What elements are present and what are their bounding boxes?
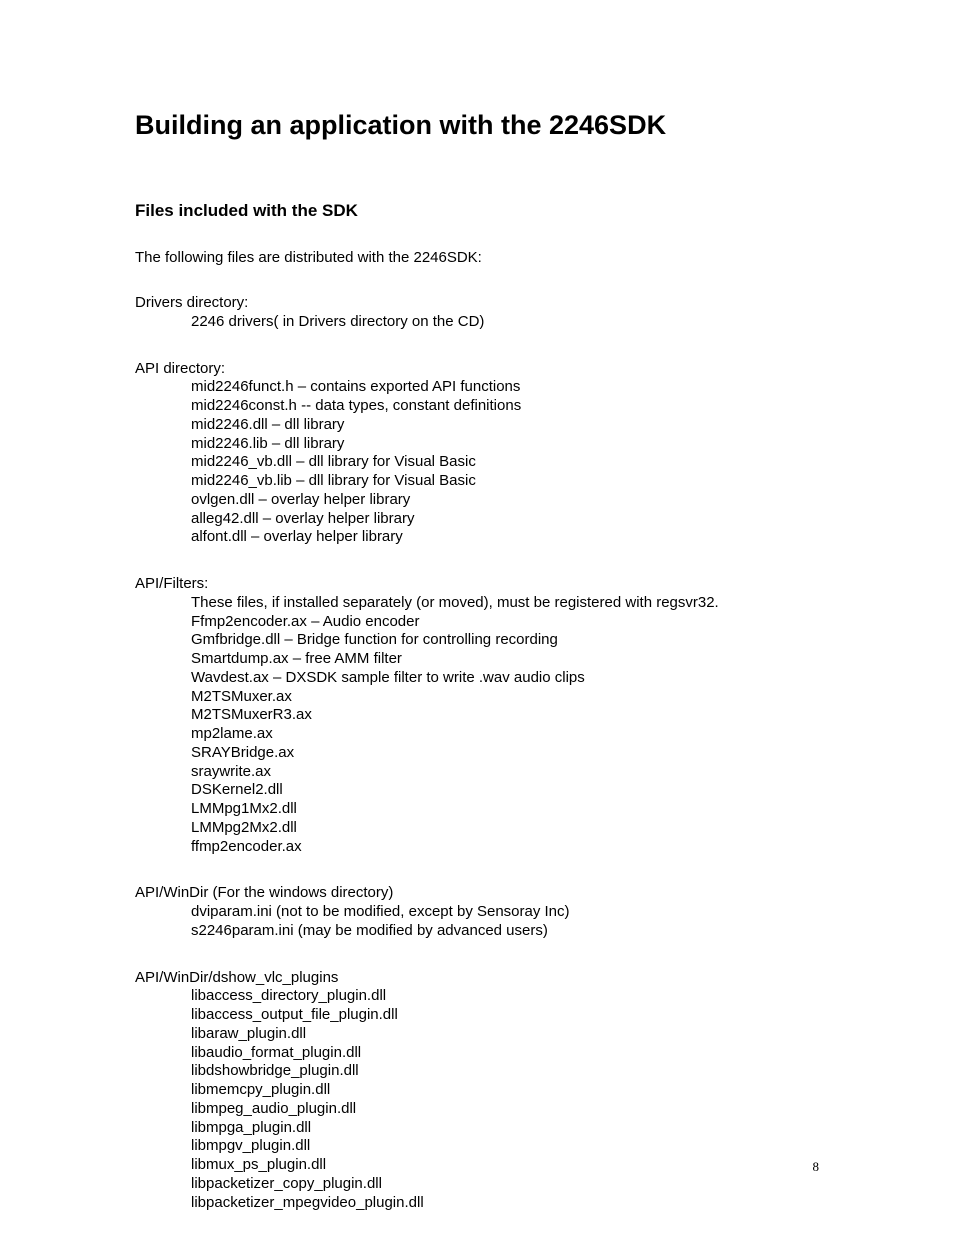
list-item: libmpeg_audio_plugin.dll — [191, 1100, 819, 1119]
list-item: ovlgen.dll – overlay helper library — [191, 491, 819, 510]
list-item: libmpga_plugin.dll — [191, 1119, 819, 1138]
list-item: libaccess_directory_plugin.dll — [191, 987, 819, 1006]
file-section: Drivers directory:2246 drivers( in Drive… — [135, 294, 819, 332]
list-item: libmemcpy_plugin.dll — [191, 1081, 819, 1100]
list-item: mid2246.dll – dll library — [191, 416, 819, 435]
list-item: LMMpg2Mx2.dll — [191, 819, 819, 838]
sections-container: Drivers directory:2246 drivers( in Drive… — [135, 294, 819, 1212]
list-item: Wavdest.ax – DXSDK sample filter to writ… — [191, 669, 819, 688]
list-item: mid2246.lib – dll library — [191, 435, 819, 454]
list-item: LMMpg1Mx2.dll — [191, 800, 819, 819]
list-item: libmpgv_plugin.dll — [191, 1137, 819, 1156]
list-item: libaccess_output_file_plugin.dll — [191, 1006, 819, 1025]
section-head: Drivers directory: — [135, 294, 819, 313]
list-item: alleg42.dll – overlay helper library — [191, 510, 819, 529]
list-item: Ffmp2encoder.ax – Audio encoder — [191, 613, 819, 632]
list-item: dviparam.ini (not to be modified, except… — [191, 903, 819, 922]
page-title: Building an application with the 2246SDK — [135, 110, 819, 141]
list-item: mid2246_vb.dll – dll library for Visual … — [191, 453, 819, 472]
list-item: SRAYBridge.ax — [191, 744, 819, 763]
file-section: API/WinDir/dshow_vlc_pluginslibaccess_di… — [135, 969, 819, 1213]
list-item: mid2246funct.h – contains exported API f… — [191, 378, 819, 397]
list-item: libpacketizer_mpegvideo_plugin.dll — [191, 1194, 819, 1213]
section-head: API directory: — [135, 360, 819, 379]
list-item: DSKernel2.dll — [191, 781, 819, 800]
list-item: libaraw_plugin.dll — [191, 1025, 819, 1044]
section-head: API/WinDir/dshow_vlc_plugins — [135, 969, 819, 988]
list-item: alfont.dll – overlay helper library — [191, 528, 819, 547]
file-section: API directory:mid2246funct.h – contains … — [135, 360, 819, 548]
list-item: mp2lame.ax — [191, 725, 819, 744]
file-section: API/WinDir (For the windows directory)dv… — [135, 884, 819, 940]
section-head: API/Filters: — [135, 575, 819, 594]
list-item: 2246 drivers( in Drivers directory on th… — [191, 313, 819, 332]
page-content: Building an application with the 2246SDK… — [0, 0, 954, 1212]
list-item: M2TSMuxerR3.ax — [191, 706, 819, 725]
list-item: libaudio_format_plugin.dll — [191, 1044, 819, 1063]
list-item: These files, if installed separately (or… — [191, 594, 819, 613]
list-item: Gmfbridge.dll – Bridge function for cont… — [191, 631, 819, 650]
list-item: sraywrite.ax — [191, 763, 819, 782]
file-section: API/Filters:These files, if installed se… — [135, 575, 819, 856]
list-item: mid2246const.h -- data types, constant d… — [191, 397, 819, 416]
section-head: API/WinDir (For the windows directory) — [135, 884, 819, 903]
list-item: s2246param.ini (may be modified by advan… — [191, 922, 819, 941]
list-item: libpacketizer_copy_plugin.dll — [191, 1175, 819, 1194]
section-heading: Files included with the SDK — [135, 201, 819, 221]
list-item: mid2246_vb.lib – dll library for Visual … — [191, 472, 819, 491]
intro-text: The following files are distributed with… — [135, 249, 819, 266]
page-number: 8 — [813, 1159, 820, 1175]
list-item: ffmp2encoder.ax — [191, 838, 819, 857]
list-item: Smartdump.ax – free AMM filter — [191, 650, 819, 669]
list-item: libmux_ps_plugin.dll — [191, 1156, 819, 1175]
list-item: M2TSMuxer.ax — [191, 688, 819, 707]
list-item: libdshowbridge_plugin.dll — [191, 1062, 819, 1081]
